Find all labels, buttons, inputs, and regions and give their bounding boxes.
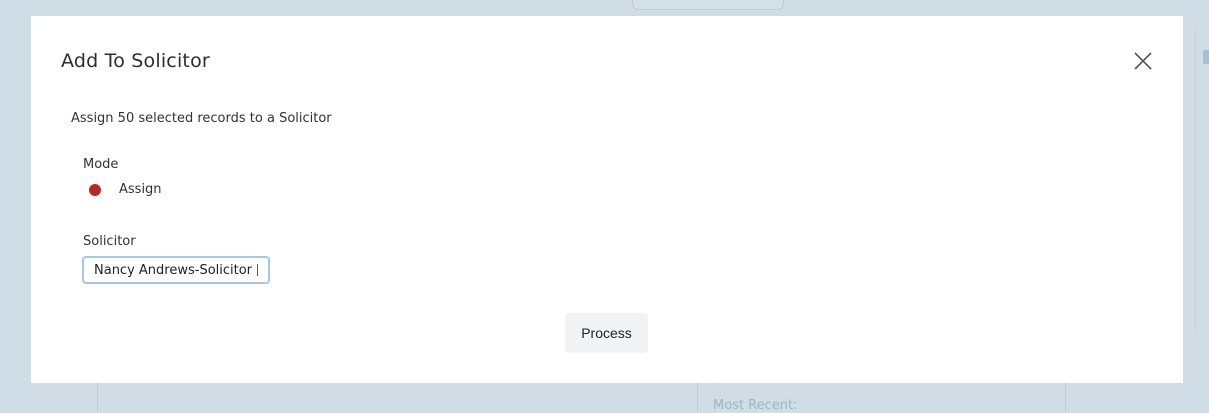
background-button [632, 0, 784, 10]
info-icon [1203, 50, 1209, 64]
dialog-title: Add To Solicitor [61, 50, 210, 72]
solicitor-label: Solicitor [83, 234, 136, 249]
solicitor-input[interactable] [82, 256, 270, 284]
dialog-description: Assign 50 selected records to a Solicito… [71, 111, 332, 126]
radio-selected-icon[interactable] [89, 183, 101, 196]
background-divider [1195, 30, 1196, 330]
process-button[interactable]: Process [565, 313, 648, 353]
background-most-recent: Most Recent: [713, 398, 798, 413]
close-icon [1134, 52, 1152, 70]
mode-label: Mode [83, 157, 119, 172]
mode-option-label: Assign [119, 182, 162, 197]
add-to-solicitor-dialog: Add To Solicitor Assign 50 selected reco… [31, 16, 1183, 383]
mode-option-assign[interactable]: Assign [89, 182, 162, 197]
close-button[interactable] [1132, 50, 1154, 72]
